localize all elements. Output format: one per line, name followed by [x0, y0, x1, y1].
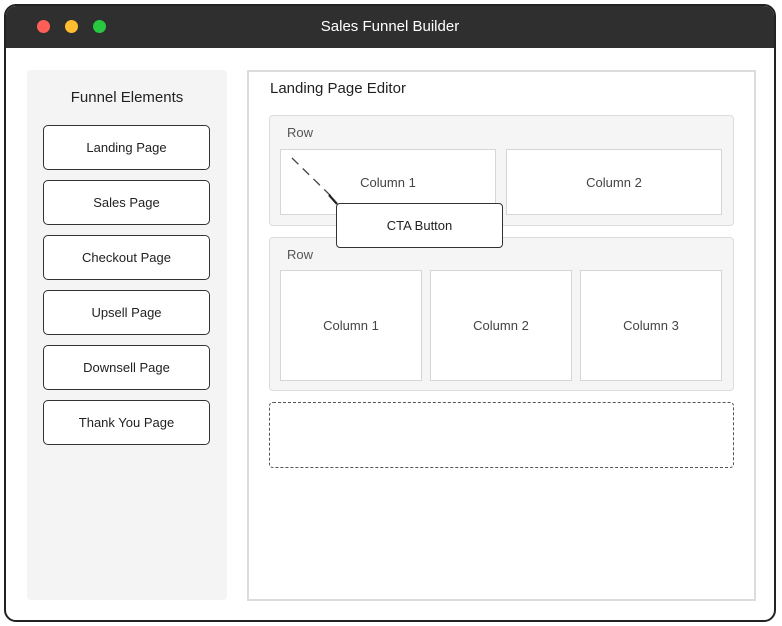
cta-button-dragging[interactable]: CTA Button [336, 203, 503, 248]
empty-drop-zone[interactable] [269, 402, 734, 468]
row-2-column-1[interactable]: Column 1 [280, 270, 422, 381]
funnel-element-sales-page[interactable]: Sales Page [43, 180, 210, 225]
funnel-element-checkout-page[interactable]: Checkout Page [43, 235, 210, 280]
row-2-column-2[interactable]: Column 2 [430, 270, 572, 381]
row-label: Row [287, 247, 314, 262]
landing-page-editor: Landing Page Editor Row Column 1 Column … [247, 70, 756, 601]
funnel-element-landing-page[interactable]: Landing Page [43, 125, 210, 170]
row-label: Row [287, 125, 314, 140]
title-bar: Sales Funnel Builder [6, 6, 774, 48]
row-2-column-3[interactable]: Column 3 [580, 270, 722, 381]
funnel-element-downsell-page[interactable]: Downsell Page [43, 345, 210, 390]
funnel-elements-sidebar: Funnel Elements Landing Page Sales Page … [27, 70, 227, 600]
window-title: Sales Funnel Builder [320, 18, 460, 35]
editor-row-2[interactable]: Row Column 1 Column 2 Column 3 [269, 237, 734, 391]
app-window: Sales Funnel Builder Funnel Elements Lan… [4, 4, 776, 622]
editor-title: Landing Page Editor [270, 80, 406, 97]
funnel-element-thank-you-page[interactable]: Thank You Page [43, 400, 210, 445]
row-1-column-2[interactable]: Column 2 [506, 149, 722, 215]
sidebar-title: Funnel Elements [70, 89, 184, 106]
funnel-element-upsell-page[interactable]: Upsell Page [43, 290, 210, 335]
